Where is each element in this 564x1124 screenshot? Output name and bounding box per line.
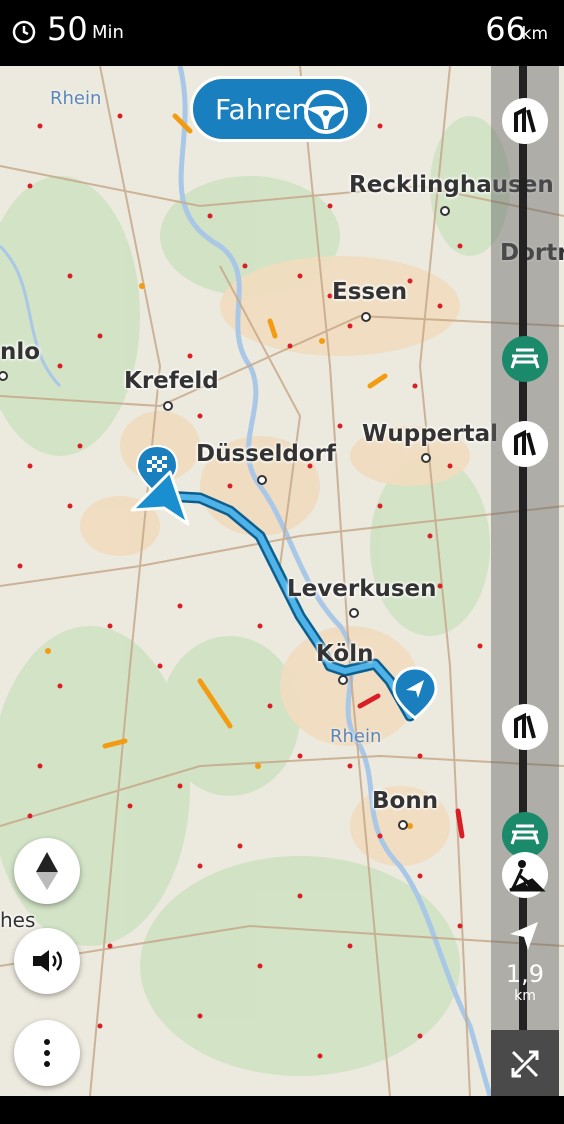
speed-camera-icon[interactable] [502, 98, 548, 144]
distance-unit: km [521, 24, 548, 44]
compass-icon [36, 852, 58, 890]
eta-value: 50 [47, 10, 88, 48]
status-bar: 50 Min 66 km [0, 0, 564, 66]
next-instruction-distance: 1,9 km [503, 960, 547, 1004]
roadworks-icon[interactable] [502, 852, 548, 898]
river-label-rhein: Rhein [50, 88, 102, 109]
system-navigation-bar [0, 1096, 564, 1124]
speed-camera-icon[interactable] [502, 704, 548, 750]
city-label-leverkusen: Leverkusen [287, 576, 437, 602]
speed-camera-icon[interactable] [502, 421, 548, 467]
city-label-koeln: Köln [316, 641, 374, 667]
menu-button[interactable] [14, 1020, 80, 1086]
start-location-icon[interactable] [392, 666, 438, 720]
next-distance-value: 1,9 [505, 960, 545, 988]
collapse-button[interactable] [491, 1030, 559, 1096]
city-label-partial: hes [0, 908, 36, 932]
steering-wheel-icon [304, 90, 348, 134]
collapse-icon [511, 1050, 539, 1078]
city-label-krefeld: Krefeld [124, 368, 219, 394]
drive-button-label: Fahren [215, 93, 310, 126]
city-label-bonn: Bonn [372, 788, 439, 814]
city-label-wuppertal: Wuppertal [362, 421, 499, 447]
current-position-icon [130, 470, 190, 526]
more-icon [44, 1039, 50, 1067]
sound-button[interactable] [14, 928, 80, 994]
rest-area-icon[interactable] [502, 336, 548, 382]
map-view[interactable]: Recklinghausen Dortr Essen nlo Krefeld W… [0, 66, 564, 1096]
compass-button[interactable] [14, 838, 80, 904]
city-label-essen: Essen [332, 279, 408, 305]
distance-value: 66 [485, 10, 526, 48]
direction-arrow-icon [510, 922, 538, 950]
city-label-duesseldorf: Düsseldorf [196, 441, 336, 467]
clock-icon [12, 20, 36, 44]
eta-unit: Min [92, 22, 124, 43]
river-label-rhein-koeln: Rhein [330, 726, 382, 747]
map-canvas [0, 66, 564, 1096]
city-label-venlo: nlo [0, 339, 41, 365]
drive-button[interactable]: Fahren [190, 76, 370, 142]
speaker-icon [33, 950, 62, 972]
next-distance-unit: km [514, 988, 536, 1004]
